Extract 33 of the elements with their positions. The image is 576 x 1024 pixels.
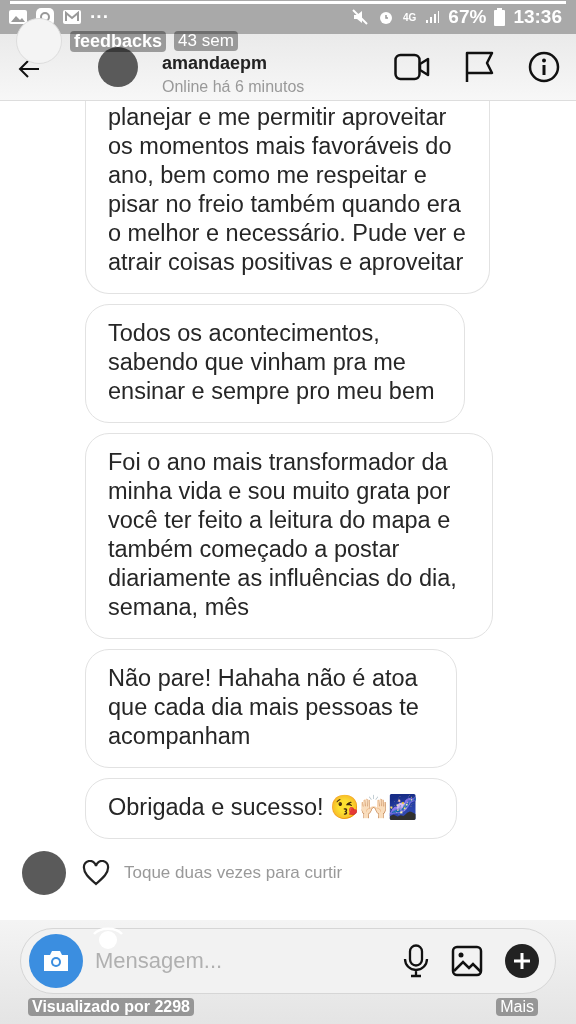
image-icon[interactable] [451,945,483,977]
message-bubble: Não pare! Hahaha não é atoa que cada dia mais pessoas te acompanham [85,649,457,768]
heart-icon[interactable] [82,860,110,886]
battery-icon [494,8,506,26]
story-age: 43 sem [174,31,238,51]
back-arrow-icon[interactable] [18,59,40,79]
network-type: 4G [403,11,417,23]
signal-icon [424,9,441,25]
flag-icon[interactable] [464,51,494,83]
more-link[interactable]: Mais [496,998,538,1016]
message-input[interactable]: Mensagem... [93,947,381,975]
username[interactable]: amandaepm [162,52,268,74]
message-bubble: Obrigada e sucesso! 😘🙌🏻🌌 [85,778,457,839]
info-icon[interactable] [528,51,560,83]
mute-icon [351,8,369,26]
plus-icon[interactable] [505,944,539,978]
camera-button[interactable] [29,934,83,988]
avatar [22,851,66,895]
message-composer[interactable]: Mensagem... [20,928,556,994]
online-status: Online há 6 minutos [162,77,305,96]
avatar[interactable] [98,47,138,87]
message-bubble: Todos os acontecimentos, sabendo que vinham pra me ensinar e sempre pro meu bem [85,304,465,423]
clock: 13:36 [513,6,562,28]
like-hint: Toque duas vezes para curtir [124,863,343,883]
view-count[interactable]: Visualizado por 2298 [28,998,194,1016]
message-bubble: planejar e me permitir aproveitar os momentos mais favoráveis do ano, bem como me respeitar e pisar no freio também quando era o melhor e necessário. Pude ver e atrair coisas positivas e aproveitar [85,101,490,294]
camera-icon [42,949,70,973]
more-notifications: ··· [90,6,109,28]
message-bubble: Foi o ano mais transformador da minha vida e sou muito grata por você ter feito a leitura do mapa e também começado a postar diariamente as influências do dia, semana, mês [85,433,493,639]
video-camera-icon[interactable] [394,53,430,81]
battery-percent: 67% [448,6,487,28]
microphone-icon[interactable] [403,944,429,978]
story-title: feedbacks [70,30,167,52]
